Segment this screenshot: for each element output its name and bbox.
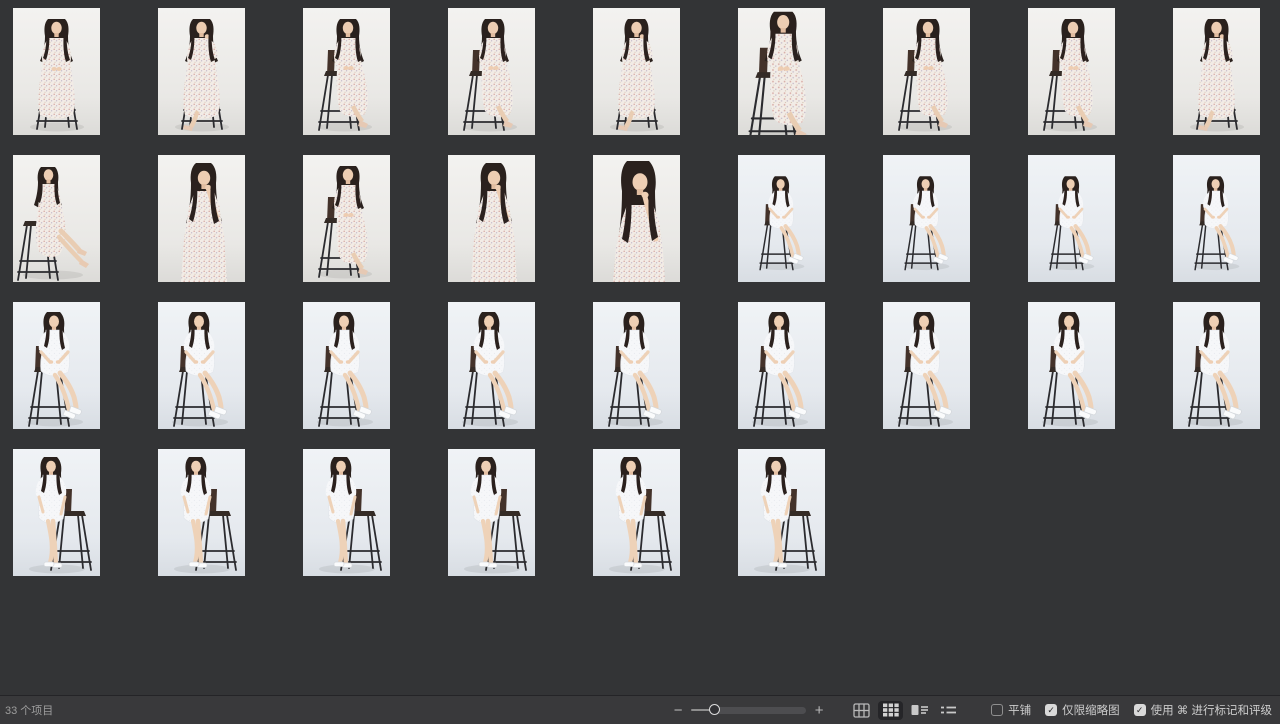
photo-thumbnail[interactable]	[448, 155, 535, 282]
zoom-out-button[interactable]: −	[670, 703, 686, 718]
photo-thumbnail[interactable]	[448, 302, 535, 429]
status-bar-controls: − + 平铺 ✓ 仅限缩略图 ✓ 使用 ⌘ 进行标记和评级	[670, 701, 1272, 720]
photo-image	[593, 155, 680, 282]
photo-image	[738, 155, 825, 282]
thumbnail-grid	[0, 0, 1280, 576]
photo-thumbnail[interactable]	[303, 449, 390, 576]
thumbnail-size-slider[interactable]	[691, 703, 806, 717]
photo-image	[883, 302, 970, 429]
slider-thumb[interactable]	[709, 704, 720, 715]
photo-image	[883, 8, 970, 135]
photo-thumbnail[interactable]	[883, 302, 970, 429]
checkbox-thumbnails-only-checked[interactable]: ✓	[1045, 704, 1057, 716]
photo-image	[738, 8, 825, 135]
photo-thumbnail[interactable]	[738, 8, 825, 135]
photo-thumbnail[interactable]	[303, 302, 390, 429]
photo-image	[158, 8, 245, 135]
photo-image	[13, 302, 100, 429]
toggle-thumbnails-only[interactable]: ✓ 仅限缩略图	[1045, 702, 1120, 718]
toggle-label: 使用 ⌘ 进行标记和评级	[1151, 702, 1272, 718]
photo-image	[158, 155, 245, 282]
photo-thumbnail[interactable]	[1173, 302, 1260, 429]
photo-thumbnail[interactable]	[883, 8, 970, 135]
photo-image	[303, 155, 390, 282]
photo-image	[1028, 302, 1115, 429]
photo-image	[593, 449, 680, 576]
photo-thumbnail[interactable]	[883, 155, 970, 282]
photo-image	[448, 449, 535, 576]
grid-view-button[interactable]	[849, 701, 874, 720]
photo-image	[303, 449, 390, 576]
photo-image	[158, 449, 245, 576]
photo-thumbnail[interactable]	[738, 155, 825, 282]
photo-thumbnail[interactable]	[448, 8, 535, 135]
checkbox-tile-unchecked[interactable]	[991, 704, 1003, 716]
photo-image	[448, 302, 535, 429]
photo-thumbnail[interactable]	[13, 449, 100, 576]
content-view-icon	[911, 704, 929, 716]
photo-image	[738, 302, 825, 429]
photo-image	[1173, 155, 1260, 282]
photo-image	[13, 449, 100, 576]
grid-view-icon	[853, 703, 870, 718]
toggle-cmd-tag-rate[interactable]: ✓ 使用 ⌘ 进行标记和评级	[1134, 702, 1272, 718]
photo-thumbnail[interactable]	[1028, 8, 1115, 135]
thumbnails-view-icon	[883, 703, 899, 717]
photo-image	[448, 8, 535, 135]
photo-thumbnail[interactable]	[158, 8, 245, 135]
toggle-group: 平铺 ✓ 仅限缩略图 ✓ 使用 ⌘ 进行标记和评级	[977, 702, 1272, 718]
photo-thumbnail[interactable]	[158, 449, 245, 576]
photo-image	[13, 8, 100, 135]
toggle-label: 平铺	[1008, 702, 1031, 718]
toggle-label: 仅限缩略图	[1062, 702, 1120, 718]
photo-browser-window: 33 个项目 − + 平铺 ✓ 仅限缩略图 ✓ 使用 ⌘ 进行标记和评级	[0, 0, 1280, 724]
photo-thumbnail[interactable]	[158, 302, 245, 429]
photo-thumbnail[interactable]	[448, 449, 535, 576]
photo-image	[738, 449, 825, 576]
photo-image	[448, 155, 535, 282]
photo-image	[593, 8, 680, 135]
photo-thumbnail[interactable]	[1028, 302, 1115, 429]
content-view-button[interactable]	[907, 701, 932, 720]
photo-image	[593, 302, 680, 429]
photo-image	[158, 302, 245, 429]
photo-image	[13, 155, 100, 282]
photo-thumbnail[interactable]	[593, 8, 680, 135]
photo-thumbnail[interactable]	[738, 449, 825, 576]
toggle-tile[interactable]: 平铺	[991, 702, 1031, 718]
photo-thumbnail[interactable]	[593, 155, 680, 282]
photo-thumbnail[interactable]	[593, 302, 680, 429]
view-mode-switcher	[845, 701, 961, 720]
photo-thumbnail[interactable]	[13, 155, 100, 282]
photo-thumbnail[interactable]	[303, 8, 390, 135]
photo-thumbnail[interactable]	[13, 8, 100, 135]
photo-thumbnail[interactable]	[738, 302, 825, 429]
photo-thumbnail[interactable]	[593, 449, 680, 576]
photo-image	[1028, 8, 1115, 135]
photo-image	[303, 302, 390, 429]
photo-image	[1173, 302, 1260, 429]
photo-thumbnail[interactable]	[303, 155, 390, 282]
zoom-in-button[interactable]: +	[811, 703, 827, 718]
photo-image	[303, 8, 390, 135]
photo-thumbnail[interactable]	[13, 302, 100, 429]
thumbnails-view-button[interactable]	[878, 701, 903, 720]
photo-thumbnail[interactable]	[1028, 155, 1115, 282]
item-count: 33 个项目	[5, 702, 53, 718]
list-view-icon	[941, 704, 956, 716]
slider-track	[714, 707, 806, 714]
photo-thumbnail[interactable]	[1173, 8, 1260, 135]
photo-image	[1173, 8, 1260, 135]
photo-image	[1028, 155, 1115, 282]
gallery-area	[0, 0, 1280, 695]
photo-thumbnail[interactable]	[1173, 155, 1260, 282]
list-view-button[interactable]	[936, 701, 961, 720]
checkbox-cmd-tag-rate-checked[interactable]: ✓	[1134, 704, 1146, 716]
photo-thumbnail[interactable]	[158, 155, 245, 282]
status-bar: 33 个项目 − + 平铺 ✓ 仅限缩略图 ✓ 使用 ⌘ 进行标记和评级	[0, 695, 1280, 724]
photo-image	[883, 155, 970, 282]
